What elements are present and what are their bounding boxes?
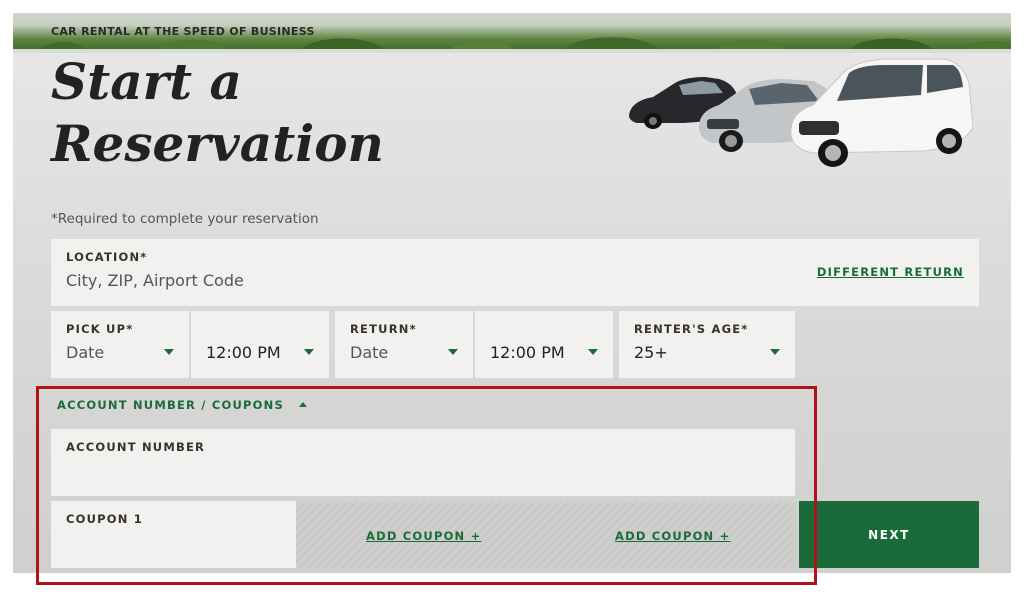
return-date-select[interactable]: RETURN* Date <box>335 311 473 378</box>
chevron-down-icon <box>164 349 174 355</box>
suv-white-image <box>790 58 973 167</box>
chevron-down-icon <box>770 349 780 355</box>
return-label: RETURN* <box>350 322 417 336</box>
renter-age-select[interactable]: RENTER'S AGE* 25+ <box>619 311 795 378</box>
pickup-time-value: 12:00 PM <box>206 343 281 362</box>
pickup-date-select[interactable]: PICK UP* Date <box>51 311 189 378</box>
coupon-1-field[interactable]: COUPON 1 <box>51 501 296 568</box>
account-number-label: ACCOUNT NUMBER <box>66 440 206 454</box>
page-title-line-2: Reservation <box>51 114 384 173</box>
return-date-value: Date <box>350 343 389 362</box>
pickup-label: PICK UP* <box>66 322 134 336</box>
renter-age-value: 25+ <box>634 343 668 362</box>
renter-age-label: RENTER'S AGE* <box>634 322 749 336</box>
page-title-line-1: Start a <box>51 52 242 111</box>
chevron-down-icon <box>588 349 598 355</box>
chevron-up-icon <box>299 402 308 407</box>
page-title: Start a Reservation <box>51 51 384 175</box>
location-field[interactable]: LOCATION* City, ZIP, Airport Code DIFFER… <box>51 239 979 306</box>
location-input[interactable]: City, ZIP, Airport Code <box>66 271 244 290</box>
chevron-down-icon <box>448 349 458 355</box>
account-number-field[interactable]: ACCOUNT NUMBER <box>51 429 795 496</box>
account-coupons-toggle[interactable]: ACCOUNT NUMBER / COUPONS <box>57 398 308 412</box>
pickup-date-value: Date <box>66 343 105 362</box>
tagline: CAR RENTAL AT THE SPEED OF BUSINESS <box>51 25 315 38</box>
account-coupons-toggle-label: ACCOUNT NUMBER / COUPONS <box>57 398 284 412</box>
return-time-value: 12:00 PM <box>490 343 565 362</box>
different-return-link[interactable]: DIFFERENT RETURN <box>817 265 964 279</box>
return-time-select[interactable]: 12:00 PM <box>475 311 613 378</box>
required-note: *Required to complete your reservation <box>51 211 319 227</box>
add-coupon-button-2[interactable]: ADD COUPON + <box>615 529 730 543</box>
location-label: LOCATION* <box>66 250 148 264</box>
coupon-1-label: COUPON 1 <box>66 512 143 526</box>
add-coupon-button-1[interactable]: ADD COUPON + <box>366 529 481 543</box>
chevron-down-icon <box>304 349 314 355</box>
next-button[interactable]: NEXT <box>799 501 979 568</box>
cars-illustration <box>629 58 973 167</box>
reservation-panel: CAR RENTAL AT THE SPEED OF BUSINESS Star… <box>13 13 1011 573</box>
pickup-time-select[interactable]: 12:00 PM <box>191 311 329 378</box>
